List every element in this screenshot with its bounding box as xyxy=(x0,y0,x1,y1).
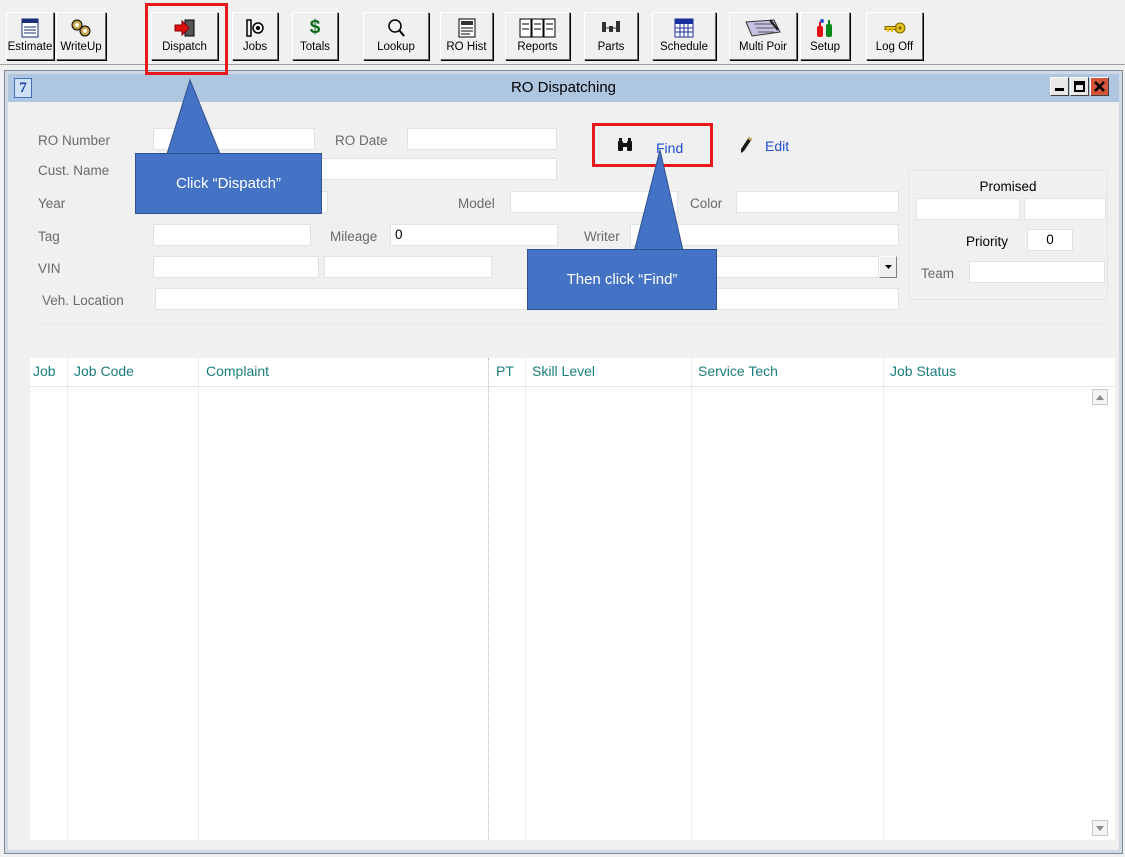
dispatch-callout: Click “Dispatch” xyxy=(135,153,322,214)
dispatch-callout-pointer xyxy=(166,78,688,269)
find-callout: Then click “Find” xyxy=(527,249,717,310)
